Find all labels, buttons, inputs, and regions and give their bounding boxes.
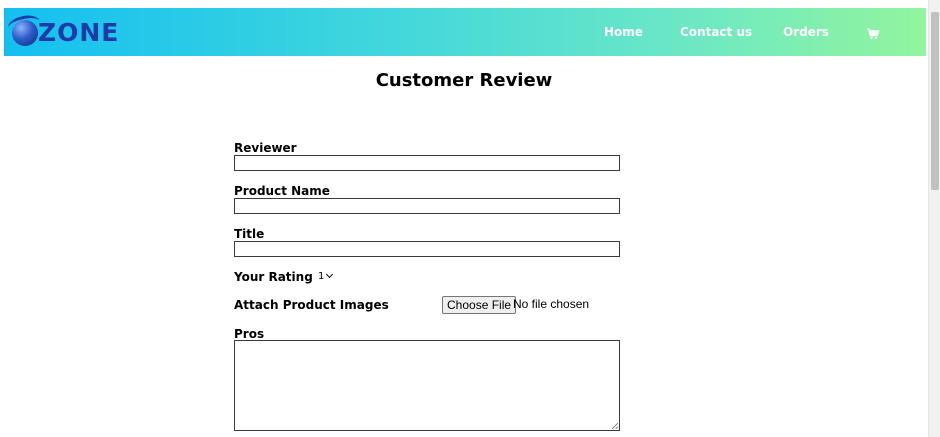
chevron-down-icon	[326, 270, 334, 279]
page-title: Customer Review	[375, 70, 553, 91]
reviewer-input[interactable]	[234, 155, 620, 171]
logo-text: ZONE	[38, 18, 120, 47]
title-label: Title	[234, 227, 265, 241]
attach-images-label: Attach Product Images	[234, 298, 389, 312]
rating-label: Your Rating	[234, 270, 313, 284]
nav-home-link[interactable]: Home	[604, 8, 643, 56]
nav-contact-link[interactable]: Contact us	[680, 8, 752, 56]
shopping-cart-icon[interactable]	[866, 26, 880, 40]
file-status-text: No file chosen	[513, 297, 590, 311]
page: ZONE Home Contact us Orders Customer Rev…	[0, 0, 940, 437]
resize-handle-icon[interactable]	[612, 423, 618, 429]
product-name-input[interactable]	[234, 198, 620, 214]
title-input[interactable]	[234, 241, 620, 257]
ozone-logo[interactable]: ZONE	[6, 12, 120, 50]
vertical-scrollbar[interactable]	[928, 0, 940, 437]
choose-file-button[interactable]: Choose File	[442, 296, 517, 314]
product-name-label: Product Name	[234, 184, 330, 198]
reviewer-label: Reviewer	[234, 141, 297, 155]
rating-value: 1	[318, 271, 325, 282]
pros-label: Pros	[234, 327, 265, 341]
scrollbar-thumb[interactable]	[931, 12, 939, 190]
nav-orders-link[interactable]: Orders	[783, 8, 829, 56]
rating-select[interactable]: 1	[318, 270, 334, 282]
pros-textarea[interactable]	[234, 340, 620, 431]
top-nav-bar: ZONE Home Contact us Orders	[4, 8, 926, 56]
